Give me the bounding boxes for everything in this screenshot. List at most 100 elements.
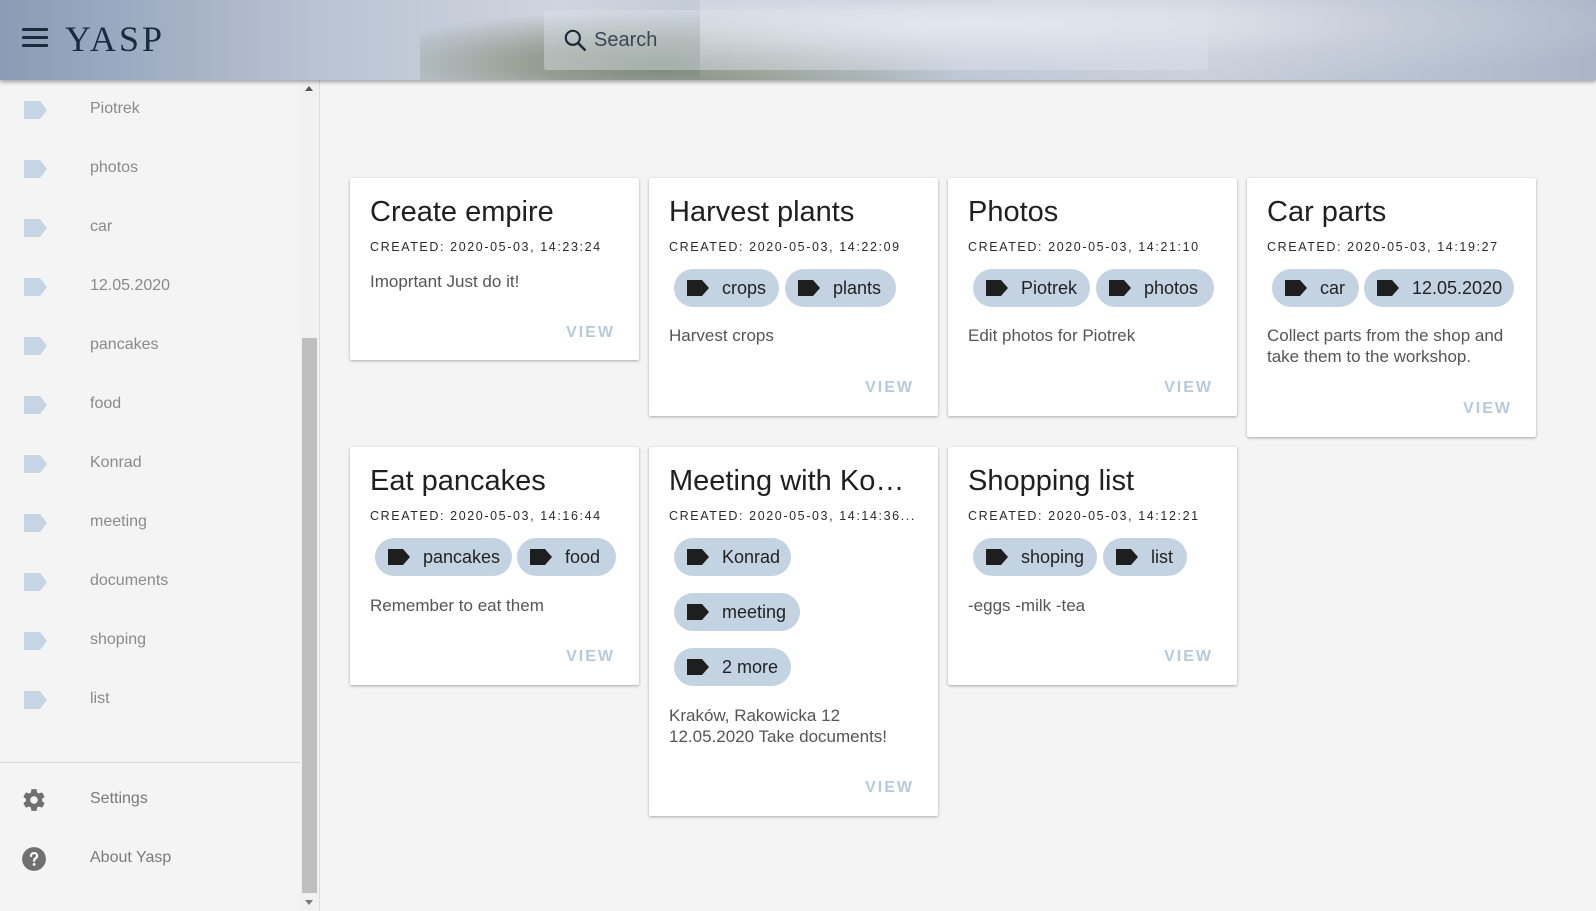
note-title: Photos xyxy=(968,196,1059,228)
note-body: Edit photos for Piotrek xyxy=(968,326,1136,345)
label-icon xyxy=(1109,280,1131,296)
view-button[interactable]: VIEW xyxy=(865,779,914,797)
search-bar[interactable] xyxy=(544,10,1208,70)
note-created: CREATED: 2020-05-03, 14:22:09 xyxy=(669,240,901,254)
sidebar-item-tag[interactable]: 12.05.2020 xyxy=(0,257,300,317)
label-icon xyxy=(24,219,47,237)
label-icon xyxy=(1116,549,1138,565)
label-icon xyxy=(24,278,47,296)
sidebar: Piotrek photos car 12.05.2020 pancakes f… xyxy=(0,80,320,911)
label-icon xyxy=(530,549,552,565)
label-icon xyxy=(24,514,47,532)
sidebar-item-label: Settings xyxy=(90,790,148,807)
tag-chip[interactable]: Piotrek xyxy=(973,269,1090,307)
sidebar-divider xyxy=(0,762,300,763)
note-card[interactable]: Shopping list CREATED: 2020-05-03, 14:12… xyxy=(948,447,1237,685)
note-created: CREATED: 2020-05-03, 14:14:36... xyxy=(669,509,916,523)
tag-chip-label: crops xyxy=(722,278,767,298)
sidebar-item-tag[interactable]: list xyxy=(0,670,300,730)
sidebar-item-label: shoping xyxy=(90,631,147,648)
label-icon xyxy=(687,659,709,675)
sidebar-item-tag[interactable]: documents xyxy=(0,552,300,612)
sidebar-item-tag[interactable]: Konrad xyxy=(0,434,300,494)
tag-chip[interactable]: plants xyxy=(785,269,896,307)
note-card[interactable]: Meeting with Konrad CREATED: 2020-05-03,… xyxy=(649,447,938,816)
note-title: Shopping list xyxy=(968,465,1135,497)
tag-chip-label: plants xyxy=(833,278,882,298)
sidebar-item-label: documents xyxy=(90,572,169,589)
sidebar-item-tag[interactable]: car xyxy=(0,198,300,258)
tag-chip-label: car xyxy=(1320,278,1346,298)
tag-chip[interactable]: Konrad xyxy=(674,538,791,576)
note-card[interactable]: Create empire CREATED: 2020-05-03, 14:23… xyxy=(350,178,639,360)
tag-chip[interactable]: crops xyxy=(674,269,779,307)
tag-chip[interactable]: 2 more xyxy=(674,648,791,686)
tag-chip[interactable]: car xyxy=(1272,269,1359,307)
view-button[interactable]: VIEW xyxy=(1463,400,1512,418)
note-title: Car parts xyxy=(1267,196,1387,228)
note-created: CREATED: 2020-05-03, 14:21:10 xyxy=(968,240,1200,254)
app-header: YASP xyxy=(0,0,1596,80)
tag-chip-label: Konrad xyxy=(722,547,781,567)
label-icon xyxy=(24,632,47,650)
note-title: Meeting with Konrad xyxy=(669,465,919,497)
view-button[interactable]: VIEW xyxy=(1164,648,1213,666)
tag-chip-label: pancakes xyxy=(423,547,501,567)
gear-icon xyxy=(23,789,45,811)
scroll-thumb[interactable] xyxy=(302,338,317,893)
note-body: Imoprtant Just do it! xyxy=(370,272,520,291)
tag-chip-label: Piotrek xyxy=(1021,278,1078,298)
tag-chip-label: food xyxy=(565,547,601,567)
label-icon xyxy=(24,396,47,414)
view-button[interactable]: VIEW xyxy=(566,648,615,666)
label-icon xyxy=(687,549,709,565)
label-icon xyxy=(687,604,709,620)
tag-chip[interactable]: pancakes xyxy=(375,538,512,576)
tag-chip[interactable]: list xyxy=(1103,538,1187,576)
note-card[interactable]: Harvest plants CREATED: 2020-05-03, 14:2… xyxy=(649,178,938,416)
note-card[interactable]: Eat pancakes CREATED: 2020-05-03, 14:16:… xyxy=(350,447,639,685)
tag-chip[interactable]: 12.05.2020 xyxy=(1364,269,1514,307)
view-button[interactable]: VIEW xyxy=(1164,379,1213,397)
label-icon xyxy=(24,101,47,119)
label-icon xyxy=(687,280,709,296)
label-icon xyxy=(1377,280,1399,296)
label-icon xyxy=(986,549,1008,565)
sidebar-item-about[interactable]: About Yasp xyxy=(0,829,300,889)
sidebar-item-tag[interactable]: food xyxy=(0,375,300,435)
note-card[interactable]: Photos CREATED: 2020-05-03, 14:21:10 Pio… xyxy=(948,178,1237,416)
label-icon xyxy=(24,573,47,591)
tag-chip[interactable]: food xyxy=(517,538,616,576)
label-icon xyxy=(388,549,410,565)
note-created: CREATED: 2020-05-03, 14:19:27 xyxy=(1267,240,1499,254)
tag-chip[interactable]: photos xyxy=(1096,269,1214,307)
note-card[interactable]: Car parts CREATED: 2020-05-03, 14:19:27 … xyxy=(1247,178,1536,437)
scroll-down-icon[interactable] xyxy=(305,900,313,905)
sidebar-item-tag[interactable]: meeting xyxy=(0,493,300,553)
note-body: -eggs -milk -tea xyxy=(968,596,1086,615)
search-input[interactable] xyxy=(594,22,1194,58)
sidebar-item-tag[interactable]: photos xyxy=(0,139,300,199)
view-button[interactable]: VIEW xyxy=(865,379,914,397)
sidebar-item-tag[interactable]: shoping xyxy=(0,611,300,671)
label-icon xyxy=(986,280,1008,296)
sidebar-scrollbar[interactable] xyxy=(300,80,319,911)
search-icon xyxy=(564,29,587,52)
note-created: CREATED: 2020-05-03, 14:23:24 xyxy=(370,240,602,254)
sidebar-item-label: food xyxy=(90,395,122,412)
help-icon xyxy=(22,847,46,871)
tag-chip[interactable]: meeting xyxy=(674,593,800,631)
sidebar-item-tag[interactable]: Piotrek xyxy=(0,80,300,140)
sidebar-item-settings[interactable]: Settings xyxy=(0,770,300,830)
scroll-up-icon[interactable] xyxy=(305,86,313,91)
note-title: Eat pancakes xyxy=(370,465,546,497)
tag-chip[interactable]: shoping xyxy=(973,538,1097,576)
note-title: Create empire xyxy=(370,196,554,228)
sidebar-item-label: photos xyxy=(90,159,139,176)
sidebar-item-tag[interactable]: pancakes xyxy=(0,316,300,376)
menu-icon[interactable] xyxy=(22,28,48,50)
note-body: Harvest crops xyxy=(669,326,774,345)
label-icon xyxy=(24,691,47,709)
view-button[interactable]: VIEW xyxy=(566,324,615,342)
sidebar-item-label: Piotrek xyxy=(90,100,140,117)
